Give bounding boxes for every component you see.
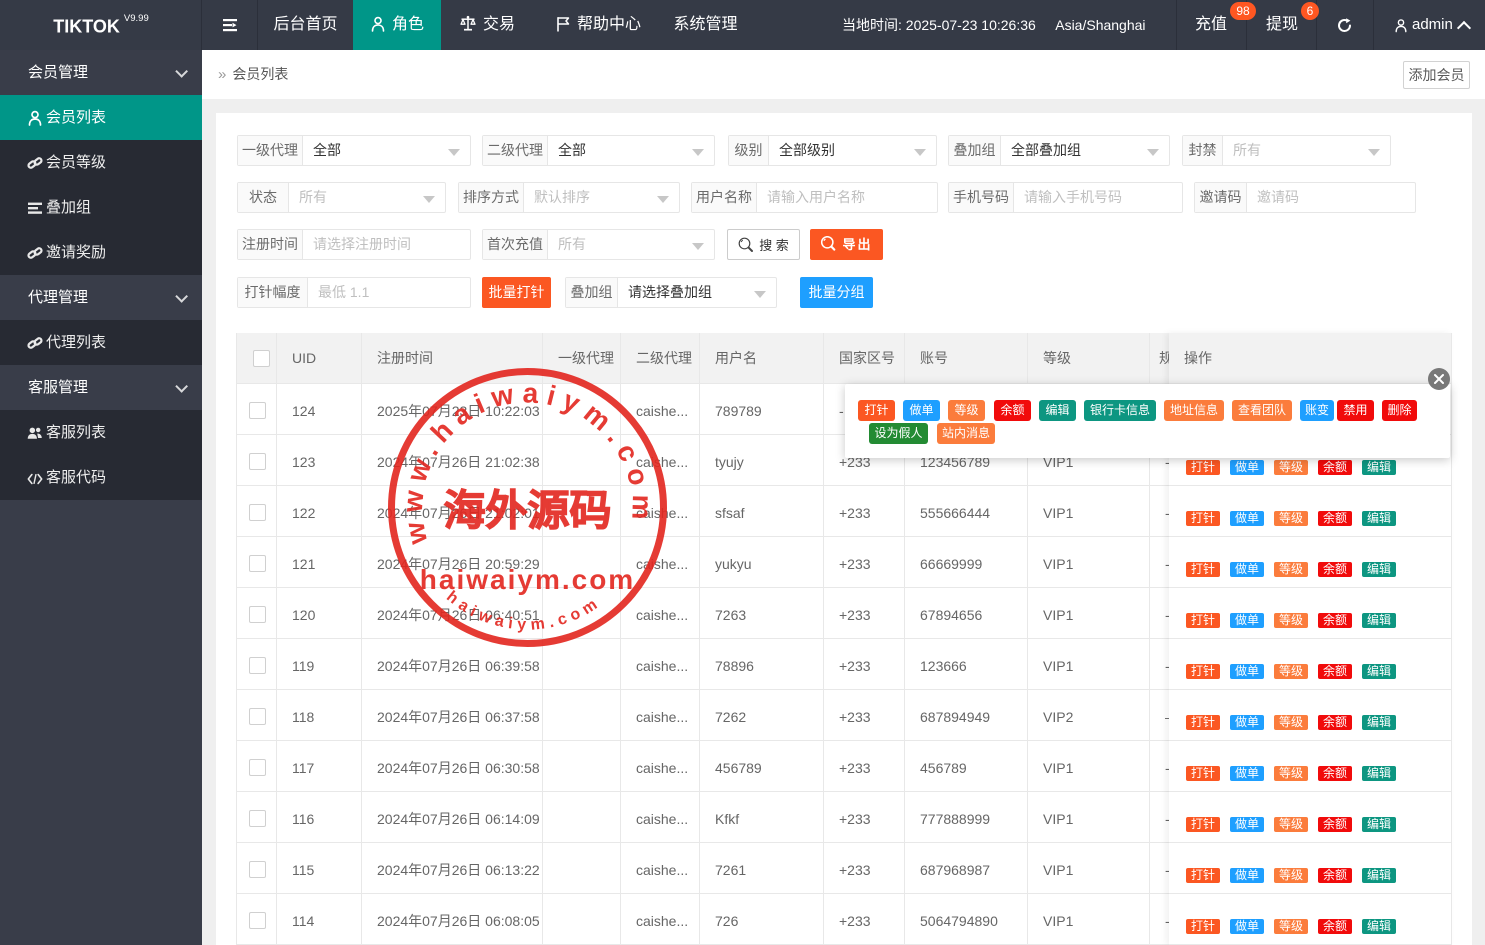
svg-text:海外源码: 海外源码 [443, 488, 611, 535]
